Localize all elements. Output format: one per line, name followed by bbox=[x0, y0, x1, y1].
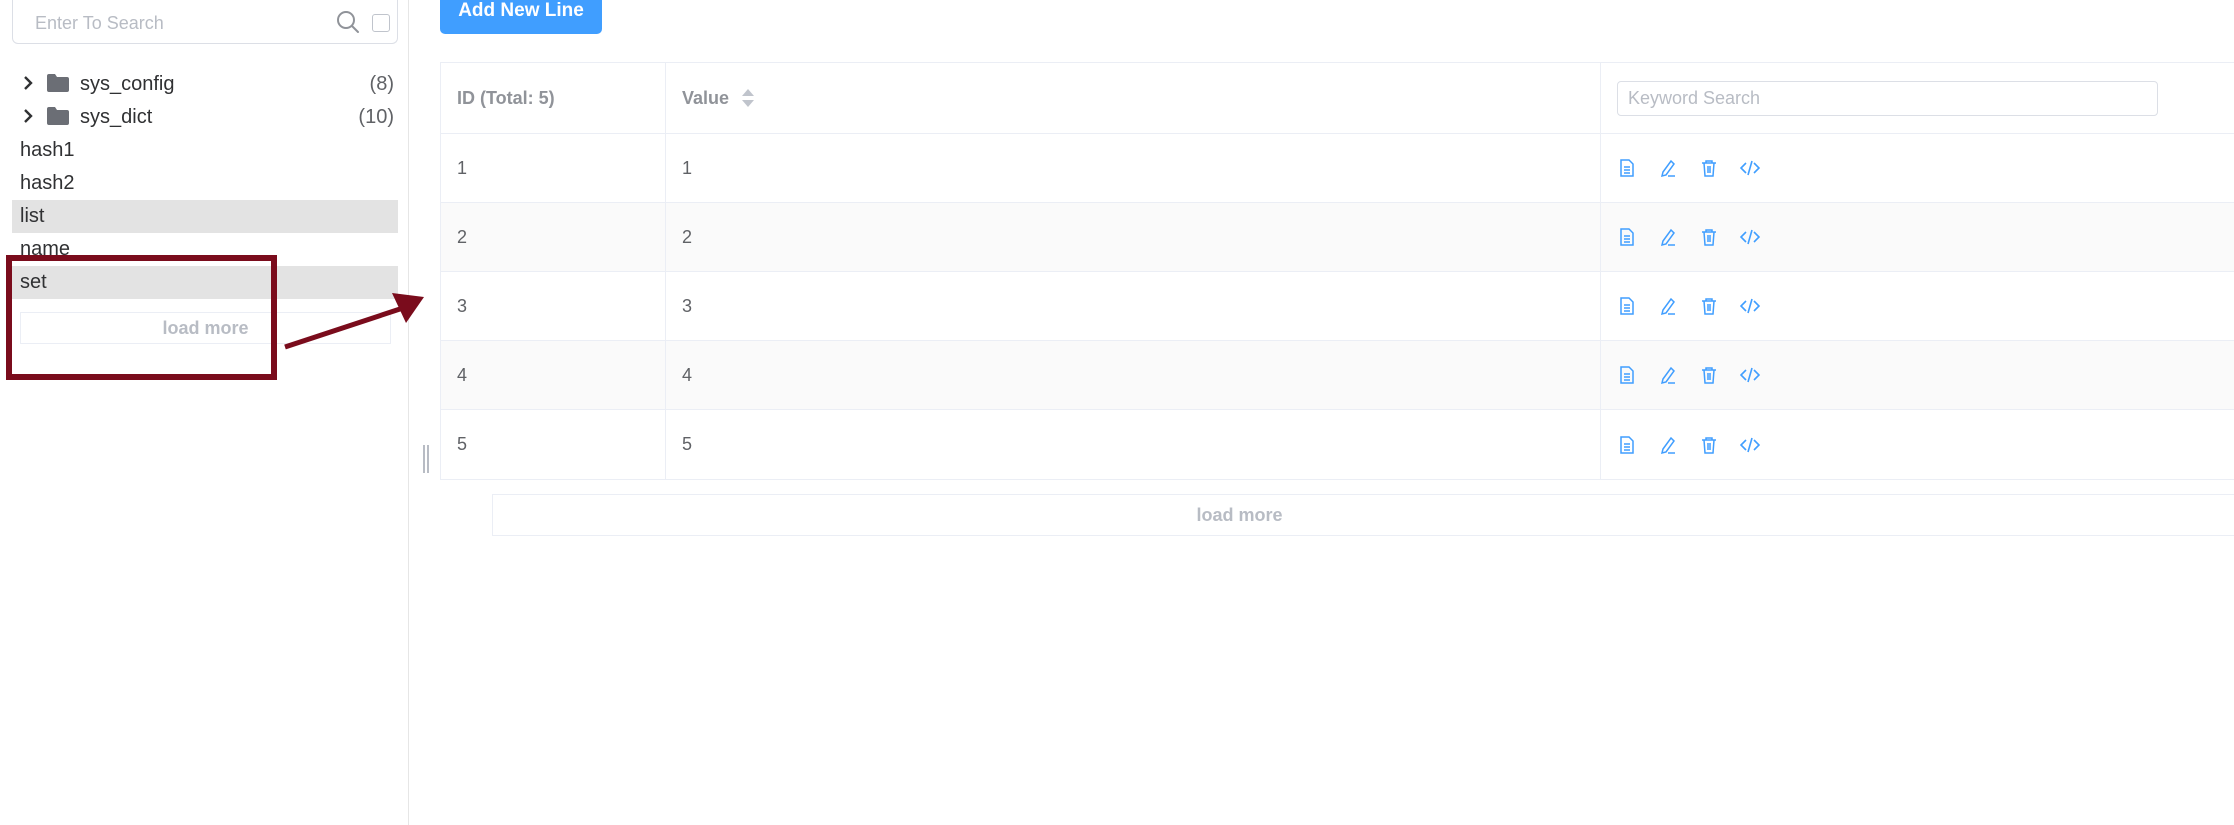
delete-icon[interactable] bbox=[1699, 296, 1719, 316]
id-column-header: ID (Total: 5) bbox=[441, 63, 666, 133]
key-item-list[interactable]: list bbox=[12, 200, 398, 233]
edit-icon[interactable] bbox=[1658, 365, 1678, 385]
add-new-line-button[interactable]: Add New Line bbox=[440, 0, 602, 34]
view-icon[interactable] bbox=[1617, 365, 1637, 385]
value-table: ID (Total: 5) Value 1 1 2 2 bbox=[440, 62, 2234, 480]
annotation-highlight-box bbox=[6, 255, 277, 380]
key-label: hash2 bbox=[20, 172, 75, 194]
value-cell: 2 bbox=[666, 203, 1601, 271]
id-cell: 3 bbox=[441, 272, 666, 340]
table-header: ID (Total: 5) Value bbox=[441, 63, 2234, 134]
id-cell: 1 bbox=[441, 134, 666, 202]
table-row: 4 4 bbox=[441, 341, 2234, 410]
search-input[interactable] bbox=[33, 9, 327, 37]
view-icon[interactable] bbox=[1617, 227, 1637, 247]
code-icon[interactable] bbox=[1740, 365, 1760, 385]
folder-icon bbox=[47, 74, 69, 93]
exact-match-checkbox[interactable] bbox=[372, 14, 390, 32]
value-cell: 3 bbox=[666, 272, 1601, 340]
edit-icon[interactable] bbox=[1658, 435, 1678, 455]
value-cell: 5 bbox=[666, 410, 1601, 479]
actions-cell bbox=[1601, 410, 2234, 479]
table-load-more-button[interactable]: load more bbox=[492, 494, 2234, 536]
id-cell: 4 bbox=[441, 341, 666, 409]
table-row: 5 5 bbox=[441, 410, 2234, 479]
actions-cell bbox=[1601, 272, 2234, 340]
view-icon[interactable] bbox=[1617, 296, 1637, 316]
view-icon[interactable] bbox=[1617, 435, 1637, 455]
id-cell: 5 bbox=[441, 410, 666, 479]
id-header-label: ID (Total: 5) bbox=[457, 87, 555, 108]
delete-icon[interactable] bbox=[1699, 158, 1719, 178]
key-item-hash2[interactable]: hash2 bbox=[12, 167, 398, 200]
chevron-right-icon[interactable] bbox=[20, 108, 36, 124]
folder-sys-config[interactable]: sys_config (8) bbox=[12, 68, 398, 101]
id-cell: 2 bbox=[441, 203, 666, 271]
actions-cell bbox=[1601, 341, 2234, 409]
value-column-header[interactable]: Value bbox=[666, 63, 1601, 133]
table-row: 3 3 bbox=[441, 272, 2234, 341]
folder-name: sys_dict bbox=[80, 106, 153, 128]
annotation-arrow bbox=[284, 293, 424, 350]
key-label: hash1 bbox=[20, 139, 75, 161]
edit-icon[interactable] bbox=[1658, 158, 1678, 178]
folder-count: (10) bbox=[358, 106, 394, 128]
code-icon[interactable] bbox=[1740, 227, 1760, 247]
delete-icon[interactable] bbox=[1699, 227, 1719, 247]
search-column-header bbox=[1601, 63, 2234, 133]
delete-icon[interactable] bbox=[1699, 365, 1719, 385]
actions-cell bbox=[1601, 203, 2234, 271]
delete-icon[interactable] bbox=[1699, 435, 1719, 455]
edit-icon[interactable] bbox=[1658, 227, 1678, 247]
folder-name: sys_config bbox=[80, 73, 175, 95]
value-cell: 1 bbox=[666, 134, 1601, 202]
chevron-right-icon[interactable] bbox=[20, 75, 36, 91]
folder-sys-dict[interactable]: sys_dict (10) bbox=[12, 101, 398, 134]
key-label: list bbox=[20, 205, 45, 227]
table-row: 2 2 bbox=[441, 203, 2234, 272]
key-item-hash1[interactable]: hash1 bbox=[12, 134, 398, 167]
table-row: 1 1 bbox=[441, 134, 2234, 203]
keyword-search-input[interactable] bbox=[1617, 80, 2158, 116]
code-icon[interactable] bbox=[1740, 158, 1760, 178]
code-icon[interactable] bbox=[1740, 296, 1760, 316]
edit-icon[interactable] bbox=[1658, 296, 1678, 316]
folder-icon bbox=[47, 107, 69, 126]
search-icon[interactable] bbox=[335, 9, 361, 35]
value-header-label: Value bbox=[682, 87, 730, 108]
code-icon[interactable] bbox=[1740, 435, 1760, 455]
resize-handle[interactable] bbox=[423, 445, 429, 473]
search-box bbox=[12, 0, 398, 44]
view-icon[interactable] bbox=[1617, 158, 1637, 178]
sort-icon[interactable] bbox=[741, 87, 755, 109]
actions-cell bbox=[1601, 134, 2234, 202]
folder-count: (8) bbox=[369, 73, 394, 95]
sidebar: sys_config (8) sys_dict (10) hash1 hash2… bbox=[0, 0, 409, 825]
value-cell: 4 bbox=[666, 341, 1601, 409]
